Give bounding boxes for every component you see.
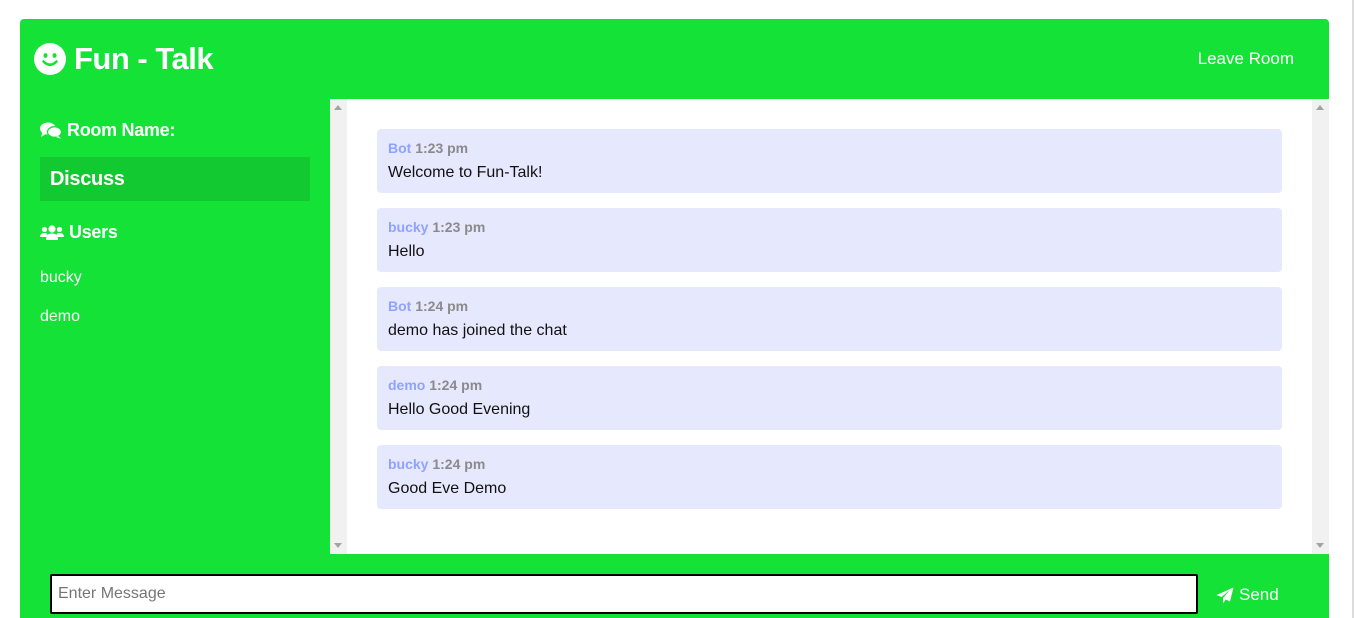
message-username: Bot	[388, 140, 412, 156]
message-item: Bot 1:23 pm Welcome to Fun-Talk!	[377, 129, 1282, 193]
message-text: Hello	[388, 243, 425, 260]
message-time: 1:23 pm	[432, 219, 486, 235]
header: Fun - Talk Leave Room	[20, 19, 1329, 99]
message-meta: demo 1:24 pm	[388, 377, 482, 393]
message-input[interactable]	[50, 574, 1198, 614]
users-heading: Users	[40, 222, 118, 243]
app-title: Fun - Talk	[74, 41, 214, 76]
chat-messages-panel[interactable]: Bot 1:23 pm Welcome to Fun-Talk! bucky 1…	[330, 99, 1329, 554]
comments-icon	[40, 122, 62, 139]
scroll-up-arrow-icon[interactable]	[334, 105, 342, 110]
message-item: bucky 1:24 pm Good Eve Demo	[377, 445, 1282, 509]
send-button-label: Send	[1239, 585, 1279, 604]
users-heading-label: Users	[69, 222, 118, 242]
scroll-down-arrow-icon[interactable]	[334, 543, 342, 548]
message-meta: bucky 1:23 pm	[388, 219, 485, 235]
room-name: Discuss	[50, 167, 125, 190]
message-username: bucky	[388, 219, 429, 235]
chat-scrollbar-right[interactable]	[1312, 99, 1329, 554]
message-time: 1:24 pm	[415, 298, 469, 314]
message-username: demo	[388, 377, 426, 393]
message-meta: Bot 1:24 pm	[388, 298, 468, 314]
message-form: Send	[20, 554, 1329, 618]
logo: Fun - Talk	[34, 41, 214, 77]
paper-plane-icon	[1216, 587, 1234, 603]
scroll-down-arrow-icon[interactable]	[1316, 543, 1324, 548]
users-icon	[40, 224, 64, 240]
message-time: 1:23 pm	[415, 140, 469, 156]
message-username: bucky	[388, 456, 429, 472]
room-heading: Room Name:	[40, 120, 175, 141]
message-time: 1:24 pm	[432, 456, 486, 472]
message-meta: bucky 1:24 pm	[388, 456, 485, 472]
smile-icon	[34, 43, 66, 75]
room-name-box: Discuss	[40, 157, 310, 201]
message-text: Good Eve Demo	[388, 480, 507, 497]
room-heading-label: Room Name:	[67, 120, 176, 140]
users-list: bucky demo	[40, 269, 82, 347]
message-text: demo has joined the chat	[388, 322, 567, 339]
message-item: Bot 1:24 pm demo has joined the chat	[377, 287, 1282, 351]
chat-app: Fun - Talk Leave Room Room Name: Discuss	[20, 19, 1329, 618]
message-meta: Bot 1:23 pm	[388, 140, 468, 156]
leave-room-button[interactable]: Leave Room	[1198, 49, 1294, 69]
message-time: 1:24 pm	[429, 377, 483, 393]
message-item: demo 1:24 pm Hello Good Evening	[377, 366, 1282, 430]
scroll-up-arrow-icon[interactable]	[1316, 105, 1324, 110]
sidebar: Room Name: Discuss Users bucky demo	[20, 99, 330, 554]
user-item: bucky	[40, 269, 82, 286]
message-list: Bot 1:23 pm Welcome to Fun-Talk! bucky 1…	[377, 129, 1282, 524]
chat-scrollbar-left[interactable]	[330, 99, 347, 554]
message-item: bucky 1:23 pm Hello	[377, 208, 1282, 272]
send-button[interactable]: Send	[1216, 585, 1279, 605]
user-item: demo	[40, 308, 81, 325]
message-username: Bot	[388, 298, 412, 314]
message-text: Hello Good Evening	[388, 401, 531, 418]
message-text: Welcome to Fun-Talk!	[388, 164, 543, 181]
